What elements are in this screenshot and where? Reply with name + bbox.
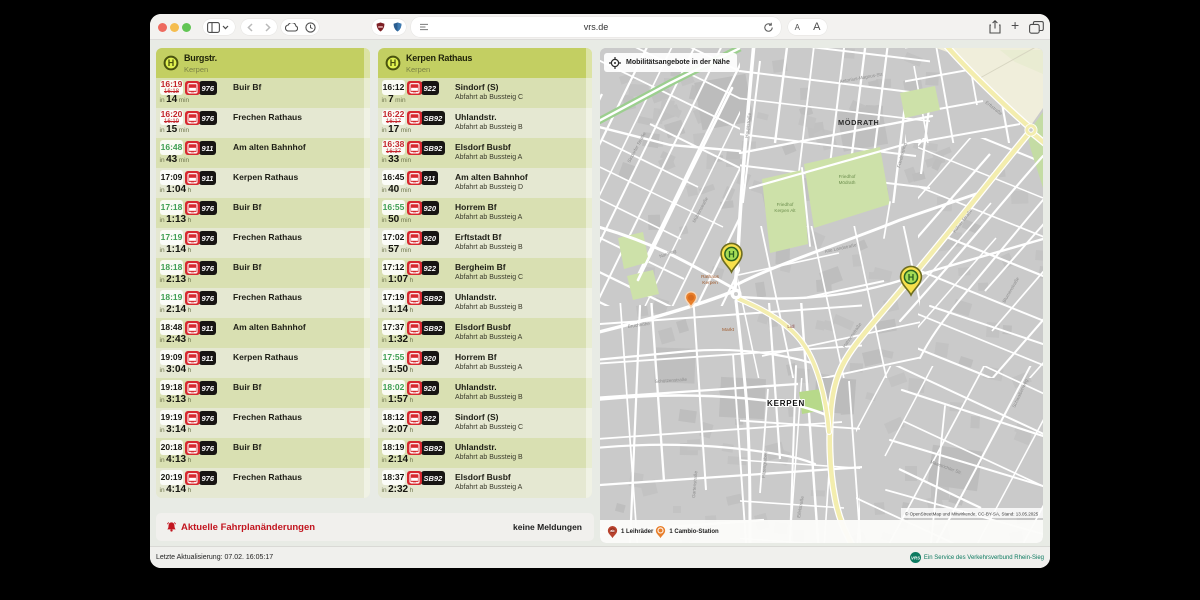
svg-text:H: H bbox=[168, 58, 175, 68]
svg-text:Friedhof: Friedhof bbox=[839, 174, 857, 179]
svg-text:H: H bbox=[728, 249, 735, 259]
svg-text:Kerpen Alt: Kerpen Alt bbox=[774, 208, 796, 213]
svg-text:Kerpen: Kerpen bbox=[702, 280, 718, 286]
svg-text:KERPEN: KERPEN bbox=[767, 399, 805, 408]
svg-text:H: H bbox=[390, 58, 397, 68]
svg-text:Markt: Markt bbox=[722, 327, 735, 333]
svg-text:Rathaus: Rathaus bbox=[701, 274, 719, 280]
svg-text:Lidl: Lidl bbox=[787, 324, 794, 329]
svg-text:MÖDRATH: MÖDRATH bbox=[838, 118, 879, 127]
svg-text:H: H bbox=[908, 272, 915, 282]
svg-text:Friedhof: Friedhof bbox=[777, 202, 795, 207]
svg-text:VRS: VRS bbox=[911, 555, 920, 560]
svg-text:© OpenStreetMap und Mitwirkend: © OpenStreetMap und Mitwirkende, CC-BY-S… bbox=[905, 511, 1039, 517]
svg-text:Mödrath: Mödrath bbox=[839, 180, 856, 185]
